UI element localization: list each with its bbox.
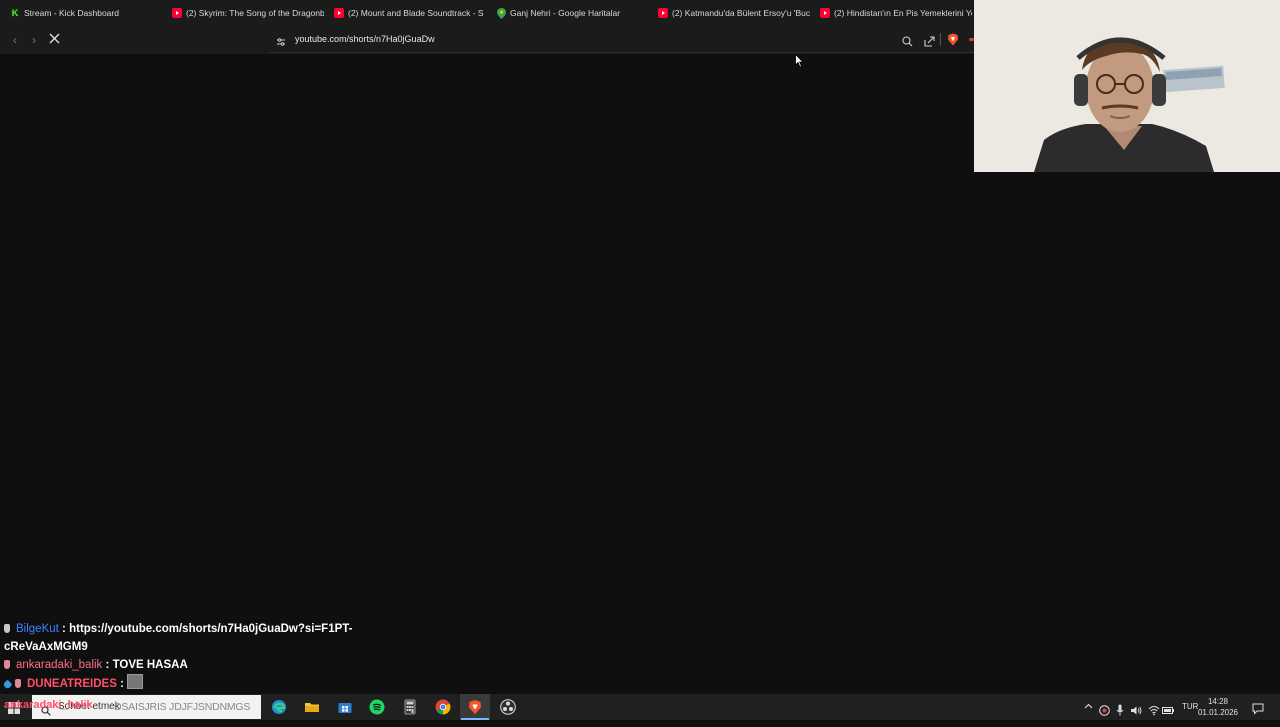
youtube-icon bbox=[172, 8, 182, 18]
chat-badge-icon bbox=[4, 660, 10, 669]
address-bar[interactable]: youtube.com/shorts/n7Ha0jGuaDw bbox=[244, 29, 964, 51]
tab-mount-and-blade[interactable]: (2) Mount and Blade Soundtrack - S bbox=[324, 0, 486, 26]
microphone-icon[interactable] bbox=[1116, 701, 1124, 716]
chat-badge-icon bbox=[15, 679, 21, 688]
obs-icon[interactable] bbox=[500, 699, 516, 715]
back-icon[interactable]: ‹ bbox=[8, 33, 22, 47]
chat-badge-icon bbox=[4, 624, 10, 633]
security-tray-icon[interactable] bbox=[1099, 701, 1110, 716]
kick-icon: K bbox=[10, 8, 20, 18]
youtube-icon bbox=[334, 8, 344, 18]
google-maps-icon bbox=[496, 7, 506, 19]
chrome-icon[interactable] bbox=[435, 699, 451, 715]
chat-text: TOVE HASAA bbox=[112, 659, 188, 671]
youtube-icon bbox=[820, 8, 830, 18]
tab-title: (2) Mount and Blade Soundtrack - S bbox=[348, 8, 484, 18]
brave-shield-icon[interactable] bbox=[947, 33, 959, 51]
tab-ganj-nehri[interactable]: Ganj Nehri - Google Haritalar bbox=[486, 0, 648, 26]
chat-message: BilgeKut : https://youtube.com/shorts/n7… bbox=[0, 620, 370, 656]
volume-icon[interactable] bbox=[1130, 701, 1142, 715]
notification-center-icon[interactable] bbox=[1252, 700, 1264, 715]
chat-username: ankaradaki_balik bbox=[16, 659, 103, 671]
chat-username: BilgeKut bbox=[16, 623, 59, 635]
battery-icon[interactable] bbox=[1162, 701, 1175, 714]
spotify-icon[interactable] bbox=[369, 699, 385, 715]
tab-katmandu[interactable]: (2) Katmandu'da Bülent Ersoy'u 'Buc bbox=[648, 0, 810, 26]
clock-date: 01.01.2026 bbox=[1197, 708, 1239, 717]
file-explorer-icon[interactable] bbox=[304, 699, 320, 715]
tab-hindistan[interactable]: (2) Hindistan'ın En Pis Yemeklerini Ye bbox=[810, 0, 972, 26]
tab-title: (2) Katmandu'da Bülent Ersoy'u 'Buc bbox=[672, 8, 810, 18]
tab-title: Stream - Kick Dashboard bbox=[24, 8, 119, 18]
brave-browser-icon[interactable] bbox=[467, 699, 483, 715]
stream-overlay-text: DSAISJRIS JDJFJSNDNMGS bbox=[114, 701, 251, 713]
zoom-icon[interactable] bbox=[902, 34, 913, 52]
url-text: youtube.com/shorts/n7Ha0jGuaDw bbox=[295, 34, 435, 44]
chat-overlay: BilgeKut : https://youtube.com/shorts/n7… bbox=[0, 620, 370, 693]
chat-emote-icon bbox=[127, 674, 144, 689]
divider bbox=[940, 33, 941, 46]
edge-icon[interactable] bbox=[271, 699, 287, 715]
tab-title: (2) Skyrim: The Song of the Dragonb bbox=[186, 8, 324, 18]
tab-skyrim[interactable]: (2) Skyrim: The Song of the Dragonb bbox=[162, 0, 324, 26]
chat-separator: : bbox=[120, 678, 124, 690]
stream-overlay-name: ankaradaki_balik bbox=[4, 699, 93, 711]
share-icon[interactable] bbox=[924, 34, 935, 52]
forward-icon[interactable]: › bbox=[27, 33, 41, 47]
chat-message: ankaradaki_balik : TOVE HASAA bbox=[0, 656, 370, 674]
tray-overflow-icon[interactable] bbox=[1084, 694, 1093, 720]
chat-separator: : bbox=[62, 623, 66, 635]
tab-strip: K Stream - Kick Dashboard (2) Skyrim: Th… bbox=[0, 0, 974, 26]
webcam-overlay bbox=[974, 0, 1280, 172]
calculator-icon[interactable] bbox=[402, 699, 418, 715]
taskbar: Sohbet etmek DSAISJRIS JDJFJSNDNMGS TUR … bbox=[0, 694, 1280, 720]
chat-separator: : bbox=[105, 659, 110, 671]
page-viewport bbox=[0, 54, 974, 694]
chat-username: DUNEATREIDES bbox=[27, 678, 117, 690]
streamer-webcam-image bbox=[974, 0, 1280, 172]
stop-loading-icon[interactable] bbox=[47, 33, 61, 47]
navigation-bar: ‹ › youtube.com/shorts/n7Ha0jGuaDw bbox=[0, 26, 974, 54]
tab-kick-dashboard[interactable]: K Stream - Kick Dashboard bbox=[0, 0, 162, 26]
youtube-icon bbox=[658, 8, 668, 18]
clock-time: 14:28 bbox=[1207, 697, 1229, 706]
mouse-cursor-icon bbox=[795, 53, 804, 73]
chat-message: DUNEATREIDES : bbox=[0, 674, 370, 693]
tab-title: Ganj Nehri - Google Haritalar bbox=[510, 8, 621, 18]
network-icon[interactable] bbox=[1148, 701, 1160, 716]
chat-badge-icon bbox=[2, 679, 13, 690]
tab-title: (2) Hindistan'ın En Pis Yemeklerini Ye bbox=[834, 8, 972, 18]
store-icon[interactable] bbox=[337, 699, 353, 715]
site-settings-icon[interactable] bbox=[276, 34, 286, 52]
loading-progress-bar bbox=[270, 52, 974, 53]
system-clock[interactable]: 14:28 01.01.2026 bbox=[1196, 696, 1240, 718]
